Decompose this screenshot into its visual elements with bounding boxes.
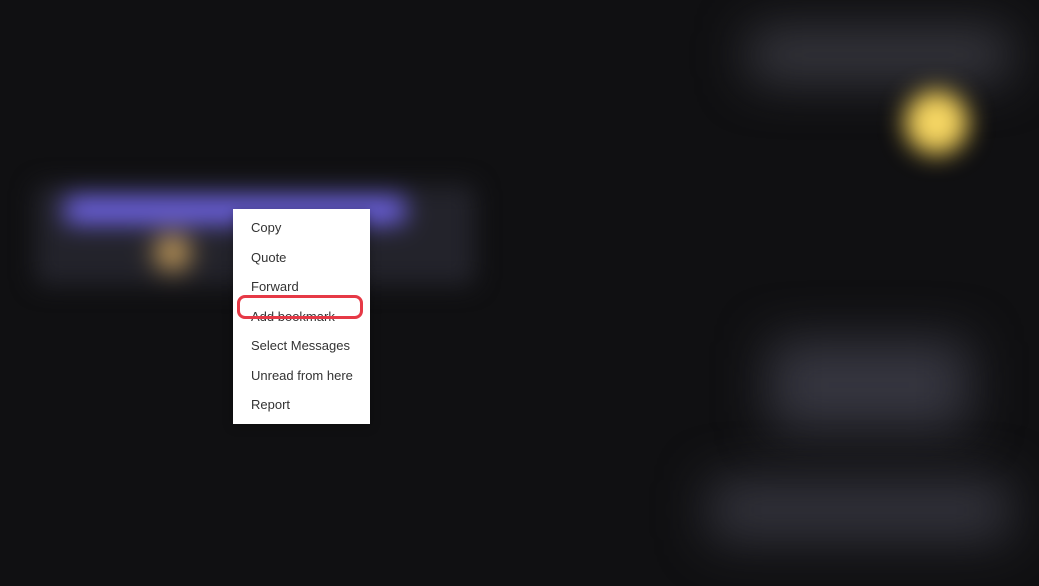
blurred-chat-bubble-bottom xyxy=(709,480,1009,540)
blurred-chat-bubble-top xyxy=(749,30,1009,80)
menu-item-add-bookmark[interactable]: Add bookmark xyxy=(233,302,370,332)
menu-item-report[interactable]: Report xyxy=(233,390,370,420)
blurred-avatar xyxy=(904,90,969,155)
message-context-menu: Copy Quote Forward Add bookmark Select M… xyxy=(233,209,370,424)
menu-item-select-messages[interactable]: Select Messages xyxy=(233,331,370,361)
menu-item-forward[interactable]: Forward xyxy=(233,272,370,302)
menu-item-quote[interactable]: Quote xyxy=(233,243,370,273)
menu-item-unread-from-here[interactable]: Unread from here xyxy=(233,361,370,391)
menu-item-copy[interactable]: Copy xyxy=(233,213,370,243)
blurred-chat-bubble-mid xyxy=(769,340,969,430)
